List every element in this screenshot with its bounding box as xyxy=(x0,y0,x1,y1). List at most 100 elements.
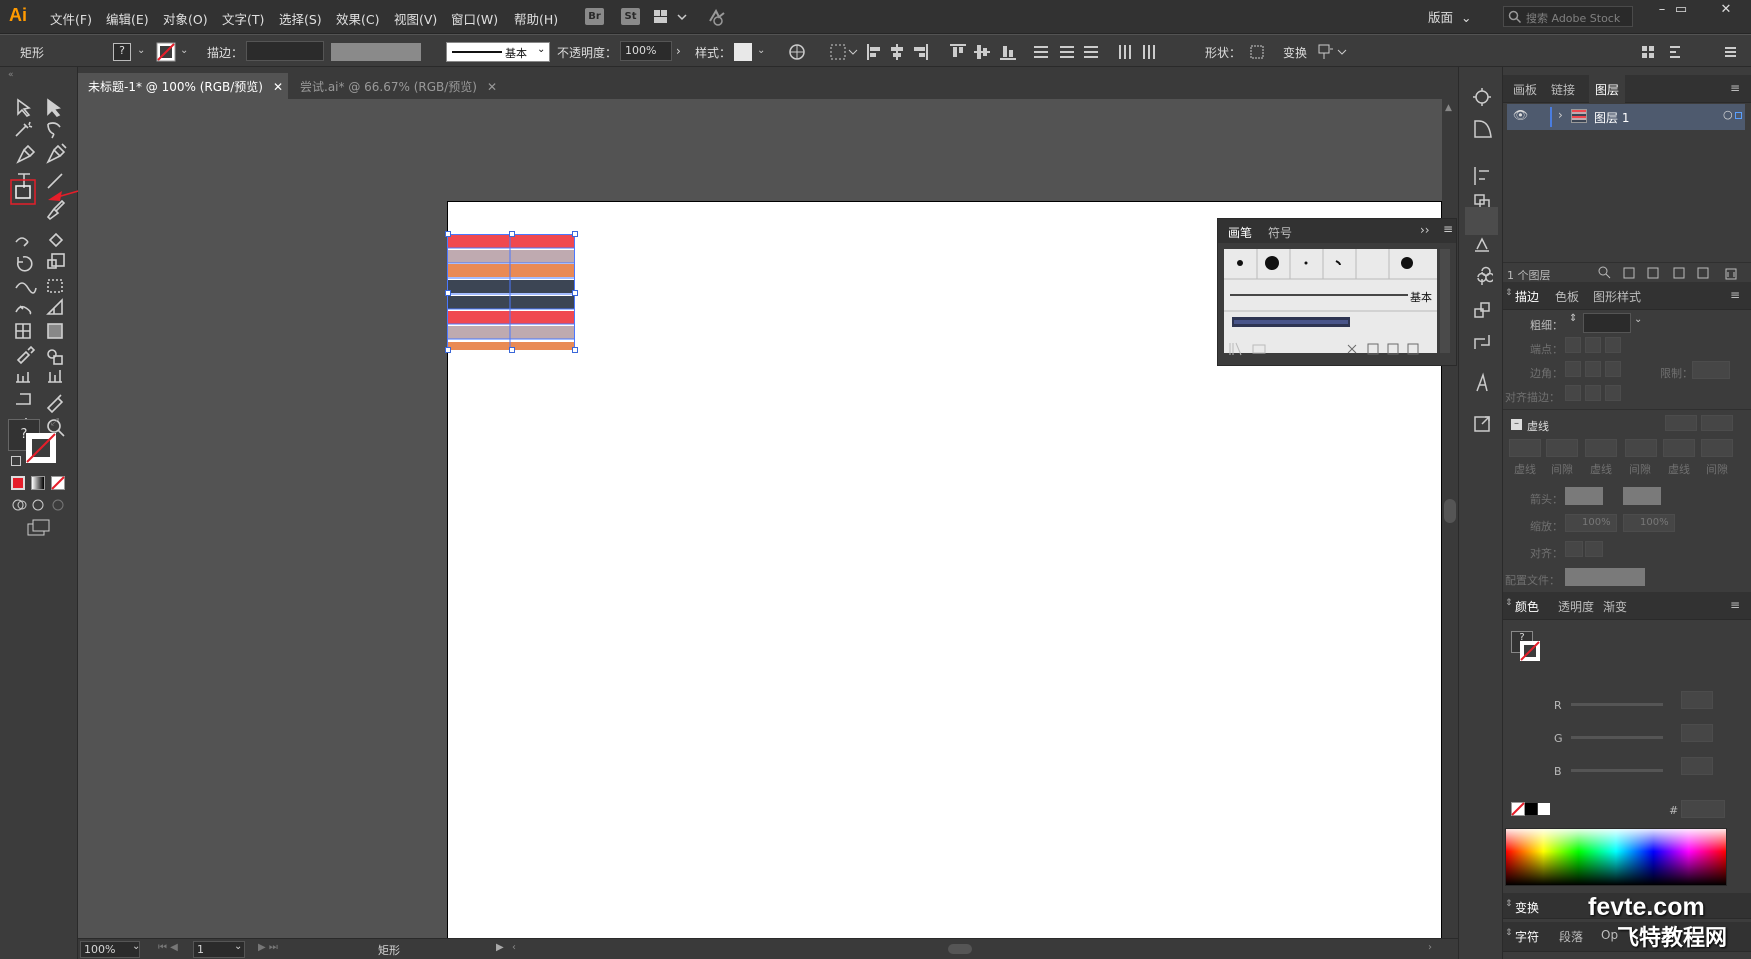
swap-icon[interactable]: ⤢ xyxy=(51,417,59,428)
chevron-down-icon[interactable]: ⌄ xyxy=(180,45,188,56)
first-artboard-icon[interactable]: ⏮ ◀ xyxy=(158,942,178,953)
scroll-thumb[interactable] xyxy=(1444,499,1456,523)
maximize-icon[interactable]: ▭ xyxy=(1666,2,1696,22)
scroll-left-icon[interactable]: ‹ xyxy=(512,942,516,953)
isolate-icon[interactable] xyxy=(1318,43,1350,61)
align-icons[interactable] xyxy=(866,43,1176,61)
chevron-down-icon[interactable]: ⌄ xyxy=(132,941,140,952)
chevron-right-icon[interactable]: › xyxy=(1558,108,1563,122)
arrange-documents-icon[interactable] xyxy=(653,8,689,26)
arrow-align-2[interactable] xyxy=(1585,541,1603,557)
dock-brushes-active[interactable] xyxy=(1465,207,1498,235)
tab-character[interactable]: 字符 xyxy=(1515,928,1539,945)
arrow-align-1[interactable] xyxy=(1565,541,1583,557)
cap-butt[interactable] xyxy=(1565,337,1581,353)
expand-icon[interactable]: ⇕ xyxy=(1505,928,1513,938)
layer-name[interactable]: 图层 1 xyxy=(1594,109,1629,126)
slider-r[interactable] xyxy=(1571,703,1663,706)
close-icon[interactable]: ✕ xyxy=(273,80,283,94)
recolor-artwork-icon[interactable] xyxy=(788,43,806,61)
align-outside[interactable] xyxy=(1605,385,1621,401)
selection-handle[interactable] xyxy=(572,347,578,353)
profile-select[interactable] xyxy=(1565,568,1645,586)
slider-g[interactable] xyxy=(1571,736,1663,739)
gap-field-3[interactable] xyxy=(1701,439,1733,457)
opacity-field[interactable]: 100% xyxy=(620,41,672,61)
target-icon[interactable]: ○ xyxy=(1723,108,1733,121)
last-artboard-icon[interactable]: ▶ ⏭ xyxy=(258,942,278,953)
corner-round[interactable] xyxy=(1585,361,1601,377)
variable-width-profile[interactable] xyxy=(331,43,421,61)
tab-layers[interactable]: 图层 xyxy=(1589,75,1626,103)
color-stroke-indicator[interactable] xyxy=(1519,640,1541,662)
default-colors-icon[interactable] xyxy=(11,456,21,466)
selection-handle[interactable] xyxy=(445,231,451,237)
tab-swatches[interactable]: 色板 xyxy=(1555,288,1579,305)
menu-help[interactable]: 帮助(H) xyxy=(514,9,558,28)
tab-graphic-styles[interactable]: 图形样式 xyxy=(1593,288,1641,305)
expand-icon[interactable]: ⇕ xyxy=(1505,899,1513,909)
close-icon[interactable]: ✕ xyxy=(1711,2,1741,22)
none-mode-icon[interactable] xyxy=(51,476,65,490)
hex-field[interactable] xyxy=(1681,800,1725,818)
menu-type[interactable]: 文字(T) xyxy=(222,9,264,28)
panel-options-icons[interactable] xyxy=(1640,43,1740,61)
chevron-down-icon[interactable]: ⌄ xyxy=(1634,314,1642,325)
gap-field-1[interactable] xyxy=(1546,439,1578,457)
collapse-icon[interactable]: ›› xyxy=(1420,223,1430,237)
selection-handle[interactable] xyxy=(509,347,515,353)
selection-handle[interactable] xyxy=(572,290,578,296)
gpu-performance-icon[interactable] xyxy=(706,7,728,27)
style-swatch[interactable] xyxy=(734,43,752,61)
arrow-scale-end[interactable]: 100% xyxy=(1623,514,1675,532)
selection-handle[interactable] xyxy=(445,290,451,296)
selection-indicator[interactable] xyxy=(1735,112,1742,119)
slider-b[interactable] xyxy=(1571,769,1663,772)
cap-round[interactable] xyxy=(1585,337,1601,353)
scroll-right-icon[interactable]: › xyxy=(1428,942,1432,953)
expand-icon[interactable]: ⇕ xyxy=(1505,288,1513,298)
dash-field-1[interactable] xyxy=(1509,439,1541,457)
panel-menu-icon[interactable]: ≡ xyxy=(1443,222,1453,236)
chevron-right-icon[interactable]: › xyxy=(676,44,681,58)
stroke-swatch[interactable] xyxy=(156,42,176,62)
dash-field-3[interactable] xyxy=(1663,439,1695,457)
collapse-icon[interactable]: « xyxy=(8,70,14,80)
dash-field-2[interactable] xyxy=(1585,439,1617,457)
menu-edit[interactable]: 编辑(E) xyxy=(106,9,149,28)
workspace-switcher[interactable]: 版面 ⌄ xyxy=(1428,7,1515,27)
fill-swatch[interactable]: ? xyxy=(113,43,131,61)
selection-handle[interactable] xyxy=(572,231,578,237)
menu-object[interactable]: 对象(O) xyxy=(163,9,208,28)
brush-definition[interactable]: 基本 ⌄ xyxy=(446,42,550,62)
bridge-button[interactable]: Br xyxy=(585,8,604,25)
color-mode-icon[interactable] xyxy=(11,476,25,490)
limit-field[interactable] xyxy=(1692,361,1730,379)
dash-align-icon[interactable] xyxy=(1701,415,1733,431)
brush-library[interactable]: 基本 xyxy=(1224,249,1437,353)
arrow-scale-start[interactable]: 100% xyxy=(1565,514,1617,532)
tab-document-2[interactable]: 尝试.ai* @ 66.67% (RGB/预览) ✕ xyxy=(290,73,507,99)
tab-document-1[interactable]: 未标题-1* @ 100% (RGB/预览) ✕ xyxy=(78,73,288,99)
tab-opentype[interactable]: Op xyxy=(1601,928,1618,942)
tab-paragraph[interactable]: 段落 xyxy=(1559,928,1583,945)
weight-field[interactable] xyxy=(1583,313,1631,333)
expand-icon[interactable]: ⇕ xyxy=(1505,598,1513,608)
arrow-start-select[interactable] xyxy=(1565,487,1603,505)
opacity-label[interactable]: 不透明度： xyxy=(557,44,617,61)
gap-field-2[interactable] xyxy=(1625,439,1657,457)
h-scroll-thumb[interactable] xyxy=(948,944,972,954)
tab-transform[interactable]: 变换 xyxy=(1515,899,1539,916)
chevron-down-icon[interactable]: ⌄ xyxy=(234,941,242,952)
striped-rectangles[interactable] xyxy=(446,226,576,350)
brush-swatches[interactable] xyxy=(1224,249,1437,353)
dash-preserve-icon[interactable] xyxy=(1665,415,1697,431)
menu-window[interactable]: 窗口(W) xyxy=(451,9,498,28)
color-spectrum[interactable] xyxy=(1505,828,1727,886)
align-to-selection-icon[interactable] xyxy=(830,44,858,60)
tab-stroke[interactable]: 描边 xyxy=(1515,288,1539,305)
chevron-down-icon[interactable]: ⌄ xyxy=(757,45,765,56)
brush-scrollbar[interactable] xyxy=(1440,249,1450,353)
panel-menu-icon[interactable]: ≡ xyxy=(1730,598,1740,612)
layers-footer-icons[interactable] xyxy=(1598,266,1748,280)
